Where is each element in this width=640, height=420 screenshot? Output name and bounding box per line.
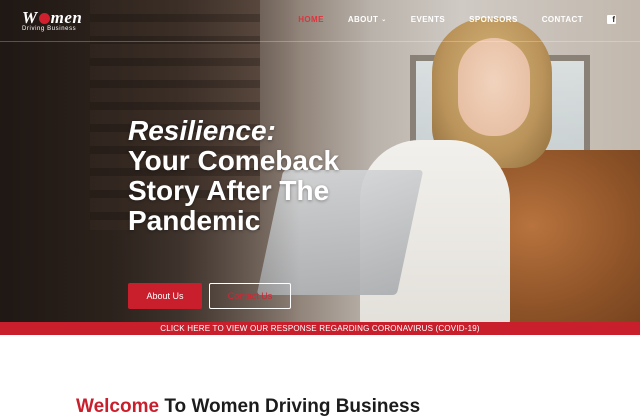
- nav-item-sponsors[interactable]: SPONSORS: [457, 15, 530, 24]
- facebook-icon[interactable]: f: [607, 14, 616, 24]
- hero-woman-face: [458, 38, 530, 136]
- chevron-down-icon: ⌄: [381, 16, 387, 23]
- logo-tagline: Driving Business: [22, 26, 77, 32]
- nav-item-about[interactable]: ABOUT ⌄: [336, 15, 399, 24]
- headline-line: Story After The: [128, 175, 330, 206]
- headline-line: Your Comeback: [128, 145, 340, 176]
- top-navigation: Wmen Driving Business HOME ABOUT ⌄ EVENTS…: [0, 0, 640, 42]
- hero-section: Wmen Driving Business HOME ABOUT ⌄ EVENTS…: [0, 0, 640, 322]
- hero-headline: Resilience: Your Comeback Story After Th…: [128, 116, 398, 236]
- nav-item-contact[interactable]: CONTACT: [530, 15, 595, 24]
- welcome-accent: Welcome: [76, 396, 160, 417]
- headline-italic: Resilience:: [128, 115, 276, 146]
- nav-item-events[interactable]: EVENTS: [399, 15, 457, 24]
- logo-o-mark: [38, 13, 50, 24]
- welcome-heading: Welcome To Women Driving Business: [76, 396, 420, 418]
- site-logo[interactable]: Wmen Driving Business: [22, 8, 92, 34]
- welcome-rest: To Women Driving Business: [159, 396, 421, 417]
- alert-text: CLICK HERE TO VIEW OUR RESPONSE REGARDIN…: [160, 324, 480, 333]
- about-us-button[interactable]: About Us: [128, 283, 202, 309]
- nav-item-home[interactable]: HOME: [286, 15, 336, 24]
- contact-us-button[interactable]: Contact Us: [209, 283, 291, 309]
- headline-line: Pandemic: [128, 205, 261, 236]
- main-menu: HOME ABOUT ⌄ EVENTS SPONSORS CONTACT f: [286, 0, 618, 38]
- covid-alert-bar[interactable]: CLICK HERE TO VIEW OUR RESPONSE REGARDIN…: [0, 322, 640, 335]
- logo-wordmark: Wmen: [22, 8, 83, 27]
